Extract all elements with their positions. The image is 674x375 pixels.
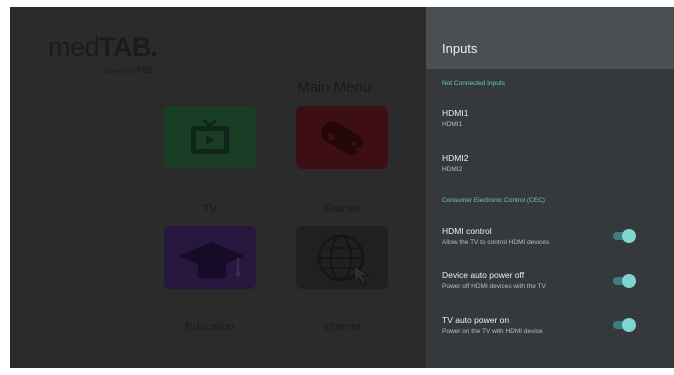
tv-auto-power-on-toggle[interactable] [613,318,636,332]
inputs-panel: Inputs Not Connected Inputs HDMI1 HDMI1 … [426,7,674,368]
tv-screen: medTAB powered by PDi Main Menu TV ✖ Gam… [10,7,674,368]
setting-hdmi-control[interactable]: HDMI control Allow the TV to control HDM… [442,226,549,246]
setting-tv-auto-power-on[interactable]: TV auto power on Power on the TV with HD… [442,315,543,335]
home-screen-dimmed: medTAB powered by PDi Main Menu TV ✖ Gam… [10,7,426,368]
panel-header: Inputs [426,7,674,69]
medtab-logo: medTAB powered by PDi [48,34,157,75]
hdmi-control-toggle[interactable] [613,229,636,243]
globe-cursor-icon [317,234,370,285]
setting-device-auto-power-off[interactable]: Device auto power off Power off HDMI dev… [442,270,546,290]
panel-title: Inputs [442,41,478,56]
device-auto-power-off-toggle[interactable] [613,274,636,288]
input-hdmi2[interactable]: HDMI2 HDMI2 [442,153,468,173]
tile-education-label: Education [185,321,235,333]
tv-icon [191,118,229,154]
gamepad-icon: ✖ [321,121,363,155]
tile-internet-label: Internet [323,321,361,333]
main-menu-title: Main Menu [297,79,372,96]
tile-tv-label: TV [202,203,218,215]
input-hdmi1[interactable]: HDMI1 HDMI1 [442,108,468,128]
tile-tv[interactable] [164,106,256,169]
tile-internet[interactable] [296,226,388,289]
section-not-connected: Not Connected Inputs [442,80,505,87]
section-cec: Consumer Electronic Control (CEC) [442,197,545,204]
svg-text:✖: ✖ [326,130,336,144]
graduation-cap-icon [178,242,244,278]
tile-games[interactable]: ✖ [296,106,388,169]
tile-games-label: Games [324,203,360,215]
tile-education[interactable] [164,226,256,289]
